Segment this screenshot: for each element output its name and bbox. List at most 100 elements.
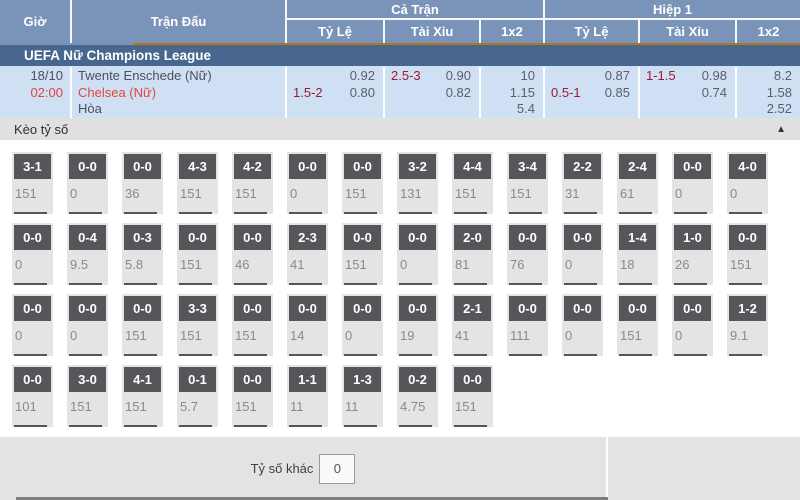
score-cell[interactable]: 0-0 151 (342, 223, 383, 285)
full-over-odds[interactable]: 2.5-30.90 (385, 68, 479, 85)
first-half-title: Hiệp 1 (545, 0, 800, 20)
col-header-time: Giờ (0, 0, 72, 43)
score-cell[interactable]: 0-0 101 (12, 365, 53, 427)
score-cell[interactable]: 3-3 151 (177, 294, 218, 356)
full-under-odds[interactable]: 0.82 (385, 85, 479, 102)
score-cell[interactable]: 0-0 0 (67, 294, 108, 356)
score-odds: 9.5 (67, 250, 108, 272)
full-handicap-top[interactable]: 0.92 (287, 68, 383, 85)
score-label: 0-0 (234, 225, 271, 250)
score-label: 0-0 (399, 225, 436, 250)
match-time: 02:00 (0, 85, 63, 102)
score-cell[interactable]: 0-0 36 (122, 152, 163, 214)
full-1x2-home[interactable]: 10 (481, 68, 543, 85)
score-cell[interactable]: 0-0 0 (12, 294, 53, 356)
h1-1x2-home[interactable]: 8.2 (737, 68, 800, 85)
score-odds: 19 (397, 321, 438, 343)
score-cell[interactable]: 0-0 0 (342, 294, 383, 356)
score-cell[interactable]: 1-0 26 (672, 223, 713, 285)
score-odds: 151 (507, 179, 548, 201)
score-cell[interactable]: 3-2 131 (397, 152, 438, 214)
score-cell[interactable]: 1-3 11 (342, 365, 383, 427)
score-cell[interactable]: 1-1 11 (287, 365, 328, 427)
col-header-overunder-h1: Tài Xỉu (640, 20, 737, 43)
score-cell[interactable]: 0-0 0 (562, 294, 603, 356)
match-time-cell: 18/10 02:00 (0, 67, 72, 118)
score-cell[interactable]: 0-0 76 (507, 223, 548, 285)
score-label: 0-0 (399, 296, 436, 321)
score-odds: 76 (507, 250, 548, 272)
full-1x2-draw[interactable]: 5.4 (481, 101, 543, 118)
h1-under-odds[interactable]: 0.74 (640, 85, 735, 102)
score-cell[interactable]: 3-4 151 (507, 152, 548, 214)
score-label: 0-0 (674, 154, 711, 179)
score-cell[interactable]: 1-4 18 (617, 223, 658, 285)
score-cell[interactable]: 0-3 5.8 (122, 223, 163, 285)
score-cell[interactable]: 0-0 111 (507, 294, 548, 356)
other-score-box[interactable]: 0 (319, 454, 355, 484)
score-cell[interactable]: 2-2 31 (562, 152, 603, 214)
score-cell[interactable]: 2-4 61 (617, 152, 658, 214)
score-cell[interactable]: 0-0 0 (397, 223, 438, 285)
score-cell[interactable]: 3-0 151 (67, 365, 108, 427)
other-score-label: Tỷ số khác (251, 461, 314, 476)
score-cell[interactable]: 0-0 151 (727, 223, 768, 285)
score-cell[interactable]: 0-0 151 (122, 294, 163, 356)
score-cell[interactable]: 2-1 41 (452, 294, 493, 356)
score-odds: 151 (452, 179, 493, 201)
score-footer: Tỷ số khác 0 (0, 437, 800, 500)
score-cell[interactable]: 0-2 4.75 (397, 365, 438, 427)
score-cell[interactable]: 2-0 81 (452, 223, 493, 285)
score-cell[interactable]: 0-1 5.7 (177, 365, 218, 427)
score-cell[interactable]: 0-0 0 (672, 294, 713, 356)
score-cell[interactable]: 0-0 151 (232, 365, 273, 427)
score-cell[interactable]: 0-0 151 (177, 223, 218, 285)
score-odds: 0 (562, 321, 603, 343)
full-1x2-away[interactable]: 1.15 (481, 85, 543, 102)
score-row: 3-1 151 0-0 0 0-0 36 4-3 151 4-2 151 0-0… (12, 152, 800, 214)
score-cell[interactable]: 4-0 0 (727, 152, 768, 214)
score-cell[interactable]: 0-0 0 (562, 223, 603, 285)
h1-over-odds[interactable]: 1-1.50.98 (640, 68, 735, 85)
score-cell[interactable]: 0-0 151 (617, 294, 658, 356)
score-cell[interactable]: 4-4 151 (452, 152, 493, 214)
h1-handicap-bottom[interactable]: 0.5-10.85 (545, 85, 638, 102)
score-odds: 5.8 (122, 250, 163, 272)
score-cell[interactable]: 0-0 151 (232, 294, 273, 356)
score-section-header[interactable]: Kèo tỷ số ▲ (0, 118, 800, 140)
score-cell[interactable]: 0-0 14 (287, 294, 328, 356)
score-cell[interactable]: 0-0 46 (232, 223, 273, 285)
odds-value: 8.2 (774, 68, 792, 85)
score-label: 0-4 (69, 225, 106, 250)
h1-1x2-away[interactable]: 1.58 (737, 85, 800, 102)
score-label: 2-3 (289, 225, 326, 250)
score-label: 1-3 (344, 367, 381, 392)
col-header-handicap-full: Tỷ Lệ (287, 20, 385, 43)
score-cell[interactable]: 0-0 19 (397, 294, 438, 356)
score-odds: 41 (452, 321, 493, 343)
h1-handicap-top[interactable]: 0.87 (545, 68, 638, 85)
h1-1x2-draw[interactable]: 2.52 (737, 101, 800, 118)
score-cell[interactable]: 4-3 151 (177, 152, 218, 214)
odds-value: 0.98 (702, 68, 727, 85)
score-cell[interactable]: 4-2 151 (232, 152, 273, 214)
score-cell[interactable]: 0-0 151 (342, 152, 383, 214)
score-label: 0-0 (69, 154, 106, 179)
score-label: 2-4 (619, 154, 656, 179)
score-cell[interactable]: 1-2 9.1 (727, 294, 768, 356)
score-odds: 18 (617, 250, 658, 272)
score-cell[interactable]: 0-0 0 (287, 152, 328, 214)
score-cell[interactable]: 0-0 0 (672, 152, 713, 214)
handicap-line-value: 0.5-1 (551, 85, 581, 102)
odds-value: 1.15 (510, 85, 535, 102)
collapse-arrow-icon[interactable]: ▲ (776, 124, 786, 135)
score-cell[interactable]: 4-1 151 (122, 365, 163, 427)
score-cell[interactable]: 2-3 41 (287, 223, 328, 285)
score-cell[interactable]: 0-4 9.5 (67, 223, 108, 285)
full-handicap-bottom[interactable]: 1.5-20.80 (287, 85, 383, 102)
score-odds: 31 (562, 179, 603, 201)
score-cell[interactable]: 0-0 151 (452, 365, 493, 427)
score-cell[interactable]: 0-0 0 (67, 152, 108, 214)
score-cell[interactable]: 3-1 151 (12, 152, 53, 214)
score-cell[interactable]: 0-0 0 (12, 223, 53, 285)
